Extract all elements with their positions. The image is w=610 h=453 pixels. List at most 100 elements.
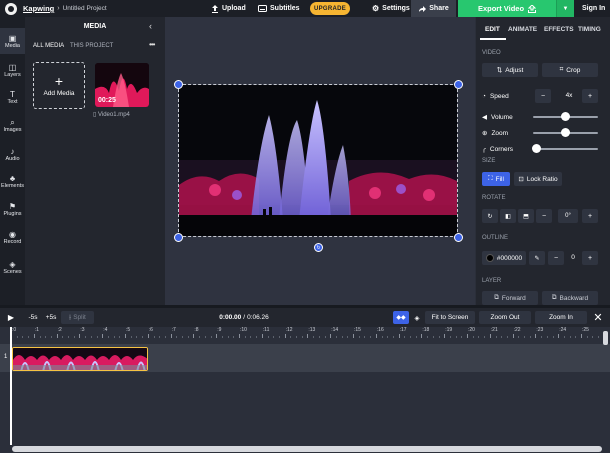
rail-item-plugins[interactable]: ⚑ Plugins — [0, 196, 25, 222]
rotate-degree-field[interactable]: 0° — [558, 209, 578, 223]
zoom-out-button[interactable]: Zoom Out — [479, 311, 531, 324]
ruler-tick — [353, 334, 354, 338]
layer-backward-button[interactable]: ⧉ Backward — [542, 291, 598, 305]
ruler-minor-tick — [341, 336, 343, 338]
split-button[interactable]: ⫲ Split — [61, 311, 94, 324]
tab-edit[interactable]: EDIT — [485, 26, 500, 33]
fit-to-screen-button[interactable]: Fit to Screen — [425, 311, 475, 324]
rotate-decrease-button[interactable]: − — [536, 209, 552, 223]
resize-handle-bottom-left[interactable] — [174, 233, 183, 242]
plugins-icon: ⚑ — [8, 201, 17, 211]
ruler-tick — [239, 334, 240, 338]
outline-color-picker[interactable]: #000000 — [482, 251, 526, 265]
brand-link[interactable]: Kapwing — [23, 4, 54, 13]
rail-item-media[interactable]: ▣ Media — [0, 28, 25, 54]
timeline-horizontal-scrollbar[interactable] — [12, 446, 602, 452]
resize-handle-top-left[interactable] — [174, 80, 183, 89]
timeline-vertical-scrollbar[interactable] — [603, 331, 608, 345]
subtitles-icon — [258, 5, 267, 12]
resize-handle-top-right[interactable] — [454, 80, 463, 89]
ruler-tick — [535, 334, 537, 338]
video-clip[interactable] — [12, 347, 148, 371]
outline-increase-button[interactable]: + — [582, 251, 598, 265]
share-button[interactable]: Share — [411, 0, 456, 17]
tab-effects[interactable]: EFFECTS — [544, 26, 574, 33]
upload-label: Upload — [222, 5, 246, 12]
back-5s-button[interactable]: -5s — [26, 311, 40, 324]
ruler-tick — [581, 334, 582, 338]
export-video-button[interactable]: Export Video — [458, 0, 556, 17]
breadcrumb-separator: › — [57, 5, 60, 12]
tab-this-project[interactable]: THIS PROJECT — [70, 43, 113, 49]
rotate-button[interactable]: ↻ — [482, 209, 498, 223]
subtitles-button[interactable]: Subtitles — [258, 0, 300, 17]
layer-section-label: LAYER — [482, 278, 502, 284]
volume-slider-knob[interactable] — [561, 112, 570, 121]
timeline-ruler[interactable]: :0:1:2:3:4:5:6:7:8:9:10:11:12:13:14:15:1… — [0, 327, 610, 338]
speed-increase-button[interactable]: + — [582, 89, 598, 103]
collapse-panel-icon[interactable]: ‹ — [149, 21, 152, 31]
snap-toggle[interactable]: ◆◆ — [393, 311, 409, 324]
fill-label: Fill — [495, 175, 504, 183]
rotate-increase-button[interactable]: + — [582, 209, 598, 223]
export-dropdown-button[interactable]: ▼ — [556, 0, 574, 17]
corners-slider[interactable] — [533, 148, 598, 150]
sign-in-link[interactable]: Sign In — [582, 0, 605, 17]
flip-vertical-icon: ⬒ — [523, 213, 529, 220]
rotate-handle[interactable]: ↻ — [314, 243, 323, 252]
project-title[interactable]: Untitled Project — [63, 5, 107, 12]
ruler-minor-tick — [45, 336, 47, 338]
rail-item-layers[interactable]: ◫ Layers — [0, 57, 25, 83]
flip-vertical-button[interactable]: ⬒ — [518, 209, 534, 223]
ruler-tick-label: :10 — [240, 327, 247, 333]
eyedropper-button[interactable]: ✎ — [529, 251, 545, 265]
resize-handle-bottom-right[interactable] — [454, 233, 463, 242]
ruler-minor-tick — [187, 336, 189, 338]
rail-item-scenes[interactable]: ◈ Scenes — [0, 254, 25, 280]
rail-item-elements[interactable]: ♣ Elements — [0, 168, 25, 194]
speed-decrease-button[interactable]: − — [535, 89, 551, 103]
ruler-minor-tick — [347, 336, 349, 338]
upload-button[interactable]: Upload — [211, 0, 246, 17]
split-view-toggle[interactable]: ◈ — [411, 311, 423, 324]
corners-slider-knob[interactable] — [532, 144, 541, 153]
lock-ratio-button[interactable]: ⊡ Lock Ratio — [514, 172, 562, 186]
ruler-minor-tick — [432, 336, 434, 338]
ruler-minor-tick — [90, 336, 92, 338]
rail-item-audio[interactable]: ♪ Audio — [0, 141, 25, 167]
ruler-minor-tick — [199, 336, 201, 338]
kapwing-logo-icon[interactable] — [5, 2, 17, 15]
ruler-tick-label: :12 — [285, 327, 293, 333]
adjust-button[interactable]: ⇅ Adjust — [482, 63, 538, 77]
playhead[interactable] — [10, 327, 12, 445]
forward-icon: ⧉ — [494, 294, 499, 301]
tab-animate[interactable]: ANIMATE — [508, 26, 537, 33]
thumbnail-filename[interactable]: ▯ Video1.mp4 — [93, 111, 130, 118]
close-timeline-button[interactable]: ✕ — [591, 311, 605, 324]
ruler-minor-tick — [478, 336, 480, 338]
layer-forward-button[interactable]: ⧉ Forward — [482, 291, 538, 305]
upgrade-button[interactable]: UPGRADE — [310, 2, 350, 15]
tab-timing[interactable]: TIMING — [578, 26, 601, 33]
ruler-tick-label: :1 — [34, 327, 39, 333]
backward-icon: ⧉ — [551, 294, 557, 301]
play-button[interactable]: ▶ — [5, 311, 17, 324]
zoom-in-button[interactable]: Zoom In — [535, 311, 587, 324]
fill-button[interactable]: ⛶ Fill — [482, 172, 510, 186]
ruler-tick-label: :4 — [103, 327, 108, 333]
rail-item-text[interactable]: T Text — [0, 84, 25, 110]
ruler-tick-label: :25 — [582, 327, 589, 333]
add-media-button[interactable]: + Add Media — [33, 62, 85, 109]
volume-label: Volume — [491, 113, 513, 121]
rail-item-record[interactable]: ◉ Record — [0, 224, 25, 250]
outline-decrease-button[interactable]: − — [548, 251, 564, 265]
clip-filmstrip-image — [13, 348, 147, 370]
zoom-slider-knob[interactable] — [561, 128, 570, 137]
tab-all-media[interactable]: ALL MEDIA — [33, 43, 64, 49]
forward-5s-button[interactable]: +5s — [44, 311, 58, 324]
flip-horizontal-button[interactable]: ◧ — [500, 209, 516, 223]
settings-button[interactable]: ⚙ Settings — [372, 0, 410, 17]
crop-button[interactable]: ⌗ Crop — [542, 63, 598, 77]
rail-item-images[interactable]: ⌕ Images — [0, 112, 25, 138]
more-options-icon[interactable]: ••• — [149, 40, 155, 49]
